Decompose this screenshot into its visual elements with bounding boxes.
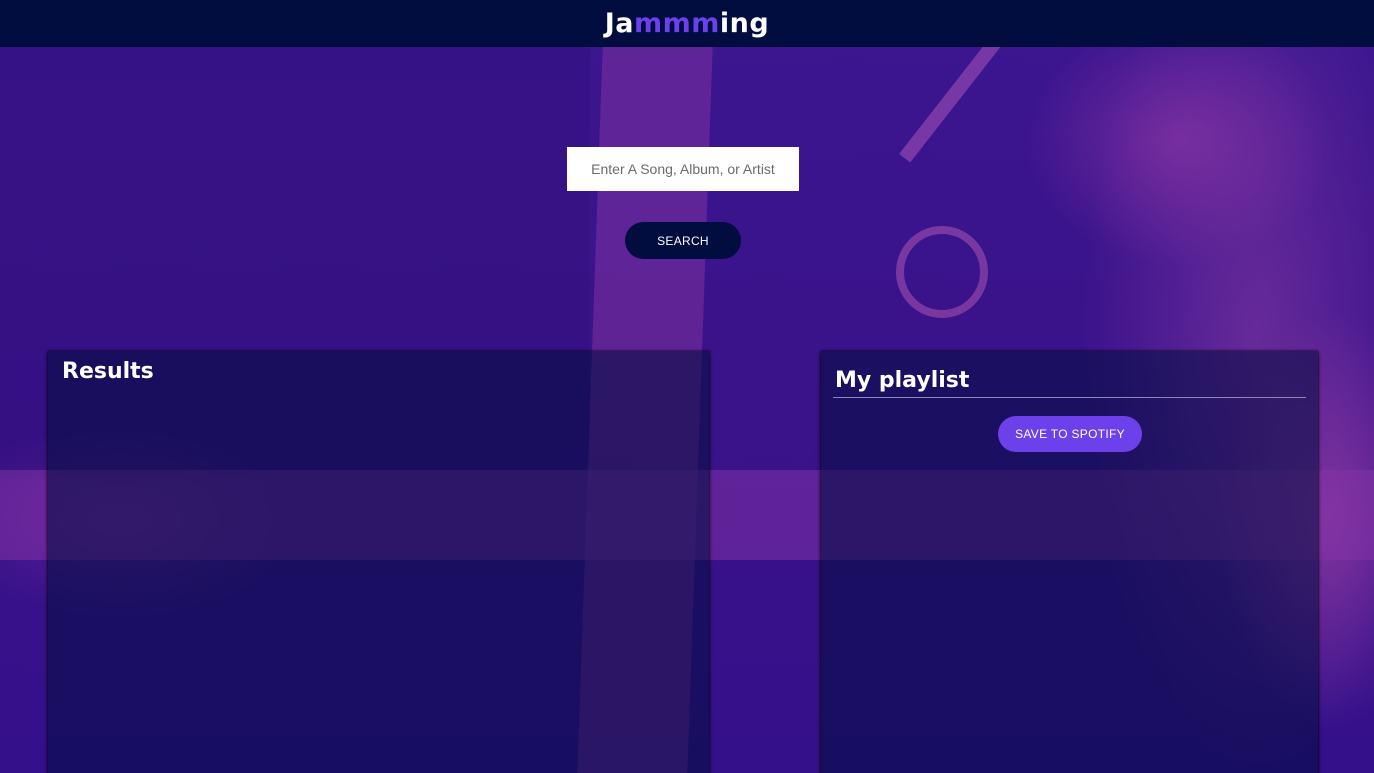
app-header: Jammming [0, 0, 1374, 47]
logo-accent: mmm [634, 8, 720, 39]
save-to-spotify-button[interactable]: SAVE TO SPOTIFY [998, 416, 1142, 452]
search-input[interactable] [567, 147, 799, 191]
search-button[interactable]: SEARCH [625, 222, 741, 259]
app-logo: Jammming [605, 8, 769, 39]
logo-suffix: ing [719, 8, 770, 39]
playlist-name-input[interactable] [833, 364, 1306, 398]
results-title: Results [62, 359, 154, 384]
background-headphone-headband [899, 35, 1003, 163]
playlist-panel: SAVE TO SPOTIFY [821, 351, 1318, 773]
logo-prefix: Ja [604, 8, 635, 39]
background-headphone-cup [896, 226, 988, 318]
results-panel: Results [48, 351, 709, 773]
